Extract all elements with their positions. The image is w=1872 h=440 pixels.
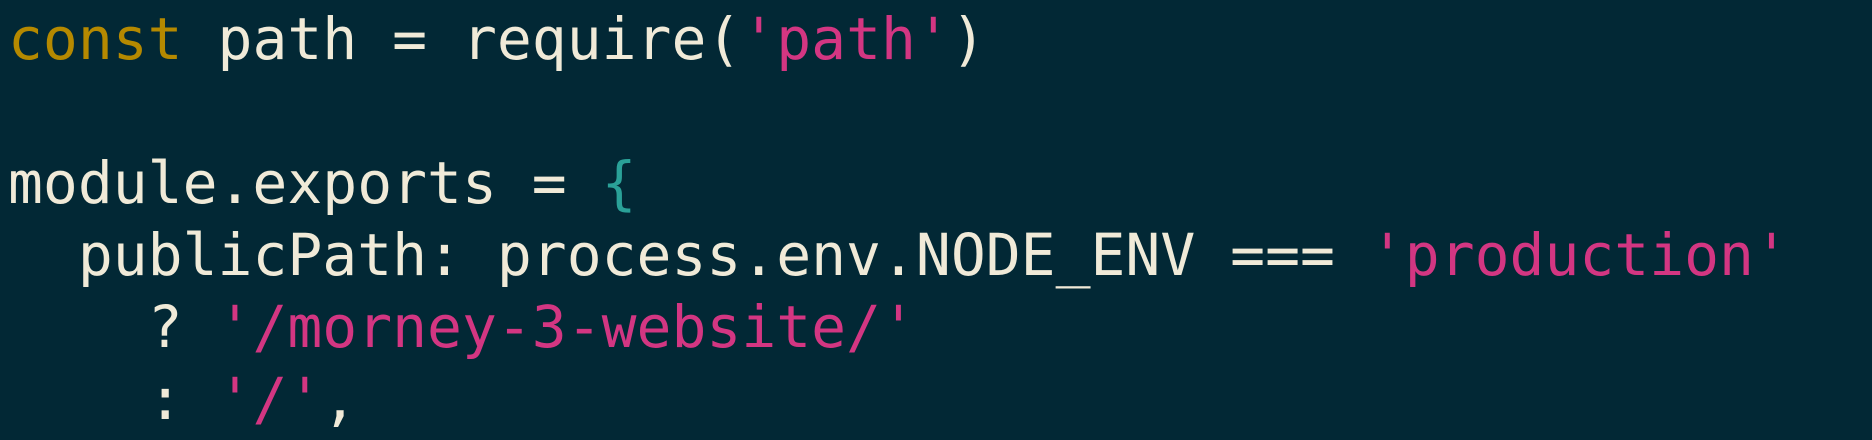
code-text: publicPath: process.env.NODE_ENV ===	[77, 221, 1370, 289]
string-token: '/morney-3-website/'	[217, 293, 916, 361]
operator-token: :	[147, 365, 218, 433]
code-line-5: ? '/morney-3-website/'	[8, 291, 916, 363]
code-line-1: const path = require('path')	[8, 3, 986, 75]
string-token: 'path'	[741, 5, 951, 73]
code-line-4: publicPath: process.env.NODE_ENV === 'pr…	[8, 219, 1789, 291]
operator-token: ?	[147, 293, 218, 361]
code-text: module.exports =	[8, 149, 602, 217]
keyword-token: const	[8, 5, 183, 73]
code-editor[interactable]: const path = require('path') module.expo…	[0, 0, 1872, 440]
string-token: 'production'	[1369, 221, 1789, 289]
code-text: )	[950, 5, 986, 73]
string-token: '/'	[217, 365, 323, 433]
brace-token: {	[601, 149, 637, 217]
code-line-3: module.exports = {	[8, 147, 637, 219]
punctuation-token: ,	[322, 365, 358, 433]
code-line-6: : '/',	[8, 363, 358, 435]
code-text: path = require(	[182, 5, 742, 73]
